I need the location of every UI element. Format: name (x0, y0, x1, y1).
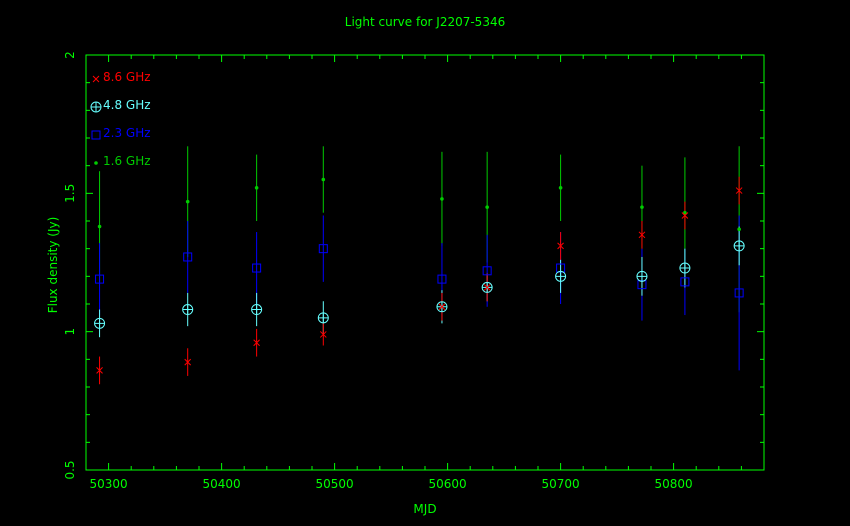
x-tick-label: 50700 (542, 477, 580, 491)
legend-label: 4.8 GHz (103, 98, 151, 112)
x-tick-label: 50800 (655, 477, 693, 491)
y-tick-label: 1.5 (63, 184, 77, 203)
x-axis-label: MJD (413, 502, 436, 516)
legend-marker (94, 161, 98, 165)
data-point-dot (737, 227, 741, 232)
data-point-dot (440, 197, 444, 201)
y-tick-label: 2 (63, 51, 77, 59)
chart-title: Light curve for J2207-5346 (345, 15, 505, 29)
x-tick-label: 50600 (429, 477, 467, 491)
legend-label: 8.6 GHz (103, 70, 151, 84)
data-point-dot (558, 186, 563, 190)
y-tick-label: 0.5 (63, 460, 77, 479)
y-tick-label: 1 (63, 328, 77, 336)
legend-label: 2.3 GHz (103, 126, 151, 140)
y-axis-label: Flux density (Jy) (46, 217, 60, 314)
data-point-dot (97, 224, 102, 229)
data-point-dot (485, 205, 489, 209)
x-tick-label: 50400 (203, 477, 241, 491)
legend-label: 1.6 GHz (103, 154, 151, 168)
data-point-dot (640, 205, 644, 209)
data-point-dot (254, 186, 259, 190)
x-tick-label: 50500 (316, 477, 354, 491)
x-tick-label: 50300 (90, 477, 128, 491)
light-curve-chart: Light curve for J2207-5346 MJD Flux dens… (0, 0, 850, 526)
data-point-dot (321, 177, 326, 182)
data-point-dot (185, 199, 190, 204)
